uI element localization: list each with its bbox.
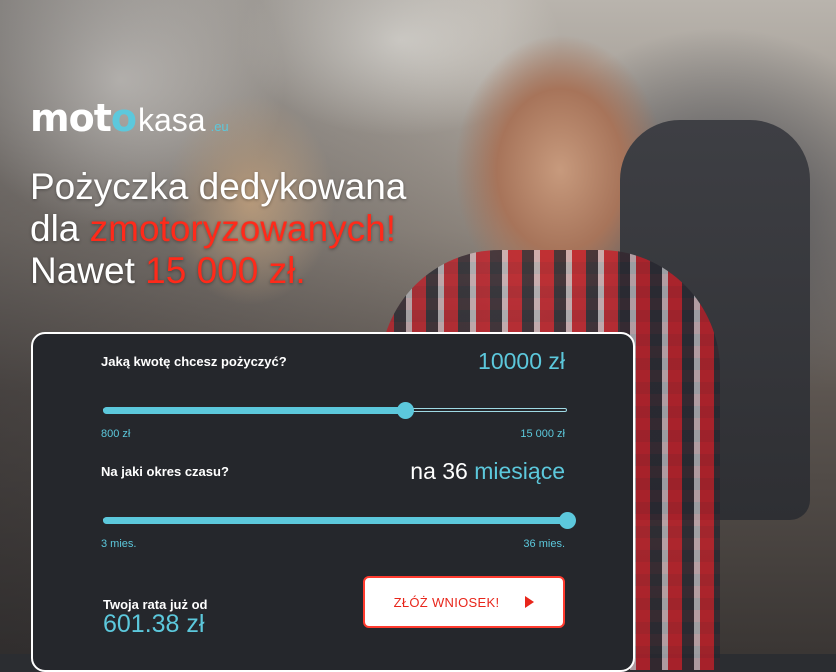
amount-slider-fill bbox=[103, 407, 405, 414]
headline: Pożyczka dedykowana dla zmotoryzowanych!… bbox=[30, 166, 406, 292]
period-slider[interactable] bbox=[103, 512, 576, 529]
headline-line-3-prefix: Nawet bbox=[30, 250, 146, 291]
headline-line-2-highlight: zmotoryzowanych! bbox=[89, 208, 397, 249]
amount-slider-thumb[interactable] bbox=[396, 402, 414, 419]
apply-button[interactable]: ZŁÓŻ WNIOSEK! bbox=[363, 576, 565, 628]
amount-max-label: 15 000 zł bbox=[520, 428, 565, 440]
logo-moto-accent: o bbox=[110, 96, 137, 140]
headline-line-1: Pożyczka dedykowana bbox=[30, 166, 407, 207]
headline-line-2-prefix: dla bbox=[30, 208, 90, 249]
amount-value: 10000 zł bbox=[478, 348, 565, 374]
period-min-label: 3 mies. bbox=[101, 538, 137, 550]
period-value-number: na 36 bbox=[410, 458, 468, 484]
logo-moto: moto bbox=[30, 96, 137, 140]
period-slider-thumb[interactable] bbox=[559, 512, 576, 529]
period-value-unit: miesiące bbox=[474, 458, 565, 484]
amount-min-label: 800 zł bbox=[101, 428, 131, 440]
logo-moto-prefix: mot bbox=[30, 96, 112, 140]
headline-line-3: Nawet 15 000 zł. bbox=[30, 250, 406, 292]
headline-line-2: dla zmotoryzowanych! bbox=[30, 208, 406, 250]
period-max-label: 36 mies. bbox=[523, 538, 565, 550]
loan-calculator: Jaką kwotę chcesz pożyczyć? 10000 zł 800… bbox=[31, 332, 635, 672]
headline-line-3-highlight: 15 000 zł. bbox=[145, 250, 306, 291]
amount-label: Jaką kwotę chcesz pożyczyć? bbox=[101, 354, 287, 369]
period-slider-fill bbox=[103, 517, 567, 524]
rate-value: 601.38 zł bbox=[103, 610, 205, 638]
logo: moto kasa .eu bbox=[30, 96, 229, 140]
period-label: Na jaki okres czasu? bbox=[101, 464, 229, 479]
logo-kasa: kasa bbox=[137, 102, 206, 138]
play-arrow-icon bbox=[525, 596, 535, 608]
amount-slider[interactable] bbox=[103, 402, 567, 419]
logo-domain: .eu bbox=[210, 119, 229, 134]
apply-button-label: ZŁÓŻ WNIOSEK! bbox=[393, 594, 500, 610]
period-value: na 36 miesiące bbox=[410, 458, 565, 485]
